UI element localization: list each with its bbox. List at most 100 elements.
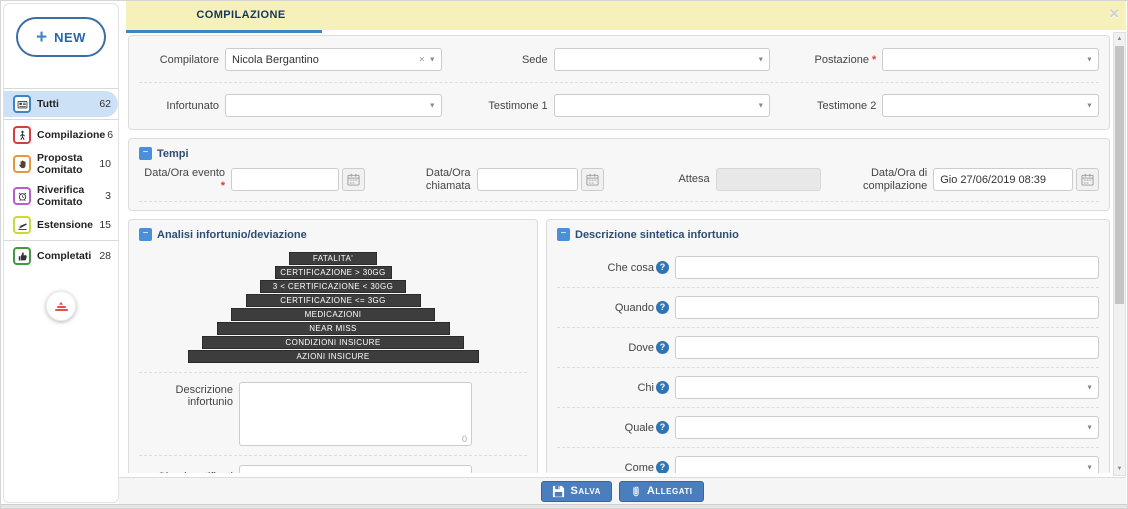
compilatore-value: Nicola Bergantino [232, 53, 319, 66]
save-button[interactable]: Salva [541, 480, 612, 502]
help-icon[interactable]: ? [656, 421, 669, 435]
pyramid-level[interactable]: AZIONI INSICURE [187, 350, 479, 364]
chevron-down-icon: ▼ [757, 102, 765, 109]
data-ora-compilazione-input[interactable]: Gio 27/06/2019 08:39 [933, 168, 1073, 192]
sidebar-item-count: 15 [99, 219, 111, 232]
giorni-certificati-input[interactable] [239, 465, 472, 473]
chevron-down-icon: ▼ [428, 102, 436, 109]
tempi-title: Tempi [157, 147, 189, 160]
hand-icon [13, 155, 31, 174]
sidebar-item-proposta-comitato[interactable]: Proposta Comitato 10 [4, 148, 118, 180]
help-icon[interactable]: ? [656, 341, 669, 355]
data-ora-evento-input[interactable] [231, 168, 339, 192]
new-button-label: NEW [54, 29, 86, 45]
new-button[interactable]: + NEW [16, 17, 106, 57]
pyramid-level[interactable]: NEAR MISS [216, 322, 450, 336]
active-tab-underline [126, 30, 322, 33]
floppy-icon [553, 485, 565, 497]
vertical-scrollbar[interactable]: ▲ ▼ [1113, 32, 1126, 476]
come-label: Come [624, 461, 654, 473]
sidebar-item-tutti[interactable]: Tutti 62 [4, 91, 118, 117]
tab-compilazione[interactable]: COMPILAZIONE [156, 1, 326, 30]
main-area: COMPILAZIONE × Compilatore Nicola Bergan… [119, 1, 1126, 504]
compilatore-select[interactable]: Nicola Bergantino × ▼ [225, 48, 442, 71]
paperclip-icon [633, 486, 639, 496]
sidebar-item-label: Completati [37, 250, 92, 263]
scroll-down-icon[interactable]: ▼ [1114, 463, 1125, 475]
descrizione-infortunio-label: Descrizione infortunio [175, 384, 233, 409]
panel-anagrafica: Compilatore Nicola Bergantino × ▼ Sede ▼ [128, 35, 1110, 130]
data-ora-evento-label: Data/Ora evento * [144, 167, 225, 192]
sidebar-item-compilazione[interactable]: Compilazione 6 [4, 122, 118, 148]
collapse-icon[interactable]: − [139, 228, 152, 242]
sidebar-item-count: 6 [107, 129, 114, 141]
collapse-icon[interactable]: − [557, 228, 570, 242]
testimone2-select[interactable]: ▼ [882, 94, 1099, 117]
close-icon[interactable]: × [1109, 4, 1119, 24]
chi-select[interactable]: ▼ [675, 376, 1099, 400]
testimone1-select[interactable]: ▼ [553, 94, 771, 117]
sidebar-item-label: Estensione [37, 219, 94, 232]
attesa-label: Attesa [678, 173, 710, 186]
calendar-icon[interactable] [1076, 168, 1099, 192]
data-ora-compilazione-label: Data/Ora di compilazione [863, 167, 928, 192]
sintetica-row: Che cosa? [557, 248, 1099, 289]
panel-descrizione-sintetica: − Descrizione sintetica infortunio Che c… [546, 219, 1110, 473]
app-window: + NEW Tutti 62 Compilazione 6 Proposta Comit… [0, 0, 1128, 509]
sidebar-item-label: Tutti [37, 97, 59, 110]
sidebar-item-completati[interactable]: Completati 28 [4, 243, 118, 269]
postazione-select[interactable]: ▼ [882, 48, 1099, 71]
testimone2-label: Testimone 2 [817, 99, 877, 112]
descrizione-infortunio-textarea[interactable]: 0 [239, 382, 472, 447]
chevron-down-icon: ▼ [1086, 424, 1093, 432]
sede-select[interactable]: ▼ [553, 48, 771, 71]
clock-icon [13, 187, 31, 206]
pyramid-level[interactable]: MEDICAZIONI [231, 308, 435, 322]
quale-select[interactable]: ▼ [675, 416, 1099, 440]
infortunato-select[interactable]: ▼ [225, 94, 442, 117]
required-asterisk: * [220, 179, 225, 192]
che-cosa-input[interactable] [675, 256, 1099, 280]
attachments-button[interactable]: Allegati [618, 480, 704, 502]
sintetica-row: Come? ▼ [557, 448, 1099, 473]
required-asterisk: * [872, 53, 877, 66]
pyramid-level[interactable]: FATALITA' [289, 252, 377, 266]
calendar-icon[interactable] [341, 168, 365, 192]
analisi-title: Analisi infortunio/deviazione [157, 228, 307, 241]
help-icon[interactable]: ? [656, 461, 669, 473]
data-ora-chiamata-input[interactable] [476, 168, 578, 192]
attachments-button-label: Allegati [646, 485, 693, 497]
sidebar-item-label: Proposta Comitato [37, 152, 83, 177]
pyramid-level[interactable]: CERTIFICAZIONE > 30GG [274, 266, 392, 280]
pyramid-stats-button[interactable] [46, 291, 76, 322]
compilatore-label: Compilatore [159, 53, 219, 66]
collapse-icon[interactable]: − [139, 147, 152, 160]
scroll-up-icon[interactable]: ▲ [1114, 33, 1125, 45]
sintetica-row: Chi? ▼ [557, 368, 1099, 409]
sidebar-item-label: Compilazione [37, 128, 106, 141]
dove-input[interactable] [675, 336, 1099, 360]
form-content: Compilatore Nicola Bergantino × ▼ Sede ▼ [128, 35, 1110, 473]
sidebar-item-count: 28 [99, 250, 111, 263]
help-icon[interactable]: ? [656, 381, 669, 395]
pyramid-level[interactable]: CERTIFICAZIONE <= 3GG [245, 294, 421, 308]
quando-input[interactable] [675, 296, 1099, 320]
scrollbar-thumb[interactable] [1115, 46, 1124, 304]
help-icon[interactable]: ? [656, 261, 669, 275]
sidebar-item-riverifica-comitato[interactable]: Riverifica Comitato 3 [4, 180, 118, 212]
sidebar: + NEW Tutti 62 Compilazione 6 Proposta Comit… [3, 3, 119, 503]
pyramid-level[interactable]: CONDIZIONI INSICURE [202, 336, 464, 350]
calendar-icon[interactable] [580, 168, 604, 192]
sidebar-item-estensione[interactable]: Estensione 15 [4, 212, 118, 238]
nav-separator [4, 119, 118, 120]
chevron-down-icon: ▼ [1086, 384, 1093, 392]
help-icon[interactable]: ? [656, 301, 669, 315]
chevron-down-icon: ▼ [1086, 464, 1093, 472]
injury-pyramid: FATALITA' CERTIFICAZIONE > 30GG 3 < CERTIF… [139, 248, 527, 372]
footer-toolbar: Salva Allegati [119, 477, 1126, 504]
dove-label: Dove [628, 341, 654, 354]
pyramid-level[interactable]: 3 < CERTIFICAZIONE < 30GG [260, 280, 406, 294]
sede-label: Sede [521, 53, 548, 66]
clear-icon[interactable]: × [419, 54, 425, 65]
come-select[interactable]: ▼ [675, 456, 1099, 473]
